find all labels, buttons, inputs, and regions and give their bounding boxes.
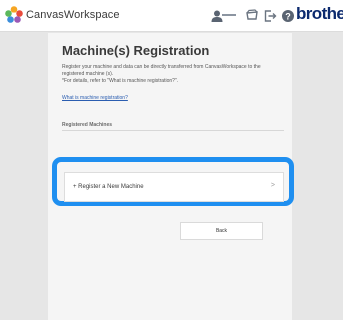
register-new-machine-label: + Register a New Machine — [73, 184, 144, 190]
register-new-machine-button[interactable]: + Register a New Machine > — [64, 172, 284, 202]
page-title: Machine(s) Registration — [62, 43, 210, 58]
chevron-right-icon: > — [270, 182, 275, 189]
user-name-text[interactable] — [222, 14, 236, 16]
brand-logo[interactable]: brother — [296, 4, 343, 24]
app-logo-icon[interactable] — [5, 6, 23, 24]
user-icon[interactable] — [210, 9, 224, 23]
section-divider — [62, 130, 284, 131]
app-title: CanvasWorkspace — [26, 9, 120, 21]
logout-icon[interactable] — [263, 9, 277, 23]
svg-text:?: ? — [285, 11, 291, 21]
registered-machines-heading: Registered Machines — [62, 122, 113, 128]
top-header: CanvasWorkspace ? brother — [0, 0, 343, 32]
description-line: Register your machine and data can be di… — [62, 64, 261, 70]
description-line: registered machine (s). — [62, 71, 114, 77]
description-line: *For details, refer to "What is machine … — [62, 78, 179, 84]
machine-registration-help-link[interactable]: What is machine registration? — [62, 95, 128, 101]
cart-icon[interactable] — [245, 9, 259, 23]
registration-panel: Machine(s) Registration Register your ma… — [48, 33, 294, 320]
help-icon[interactable]: ? — [281, 9, 295, 23]
back-button[interactable]: Back — [180, 222, 263, 240]
page-description: Register your machine and data can be di… — [62, 64, 288, 85]
